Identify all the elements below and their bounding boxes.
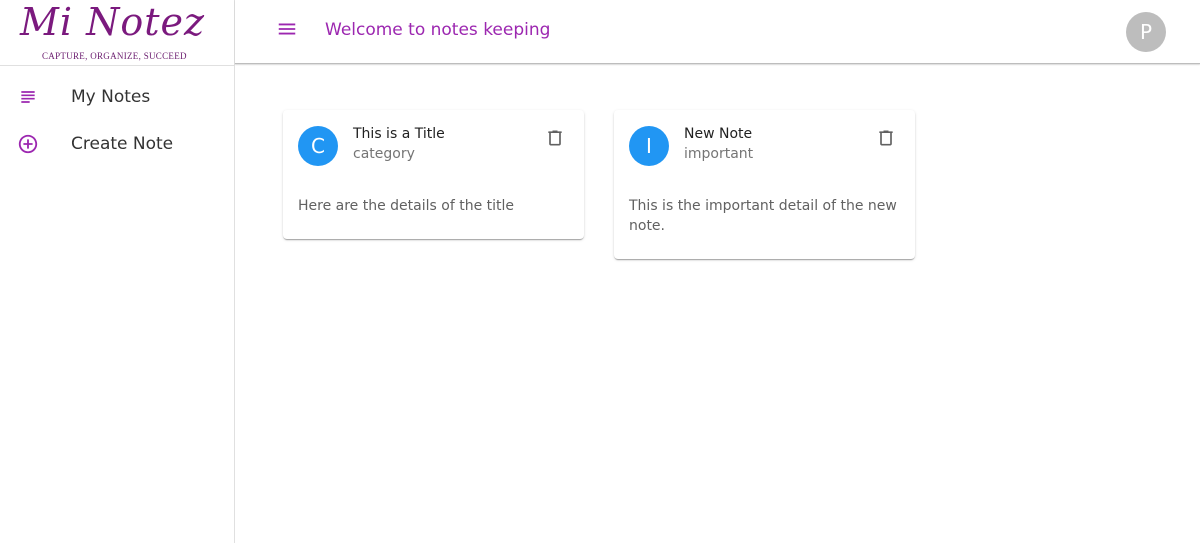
delete-button[interactable] [875, 129, 897, 151]
note-details: Here are the details of the title [298, 198, 515, 214]
note-title: New Note [684, 126, 753, 142]
note-card: C This is a Title category Here are the … [283, 110, 584, 239]
note-category: category [353, 146, 415, 162]
page-title: Welcome to notes keeping [325, 20, 551, 40]
subject-icon [17, 86, 39, 108]
note-avatar: I [629, 126, 669, 166]
sidebar-item-create-note[interactable]: Create Note [0, 124, 234, 164]
sidebar-item-label: Create Note [71, 134, 174, 154]
delete-icon [545, 128, 565, 152]
note-avatar: C [298, 126, 338, 166]
app-header: Welcome to notes keeping P [235, 0, 1200, 64]
logo: Mi Notez CAPTURE, ORGANIZE, SUCCEED [0, 0, 234, 66]
delete-icon [876, 128, 896, 152]
note-title: This is a Title [353, 126, 445, 142]
sidebar: Mi Notez CAPTURE, ORGANIZE, SUCCEED My N… [0, 0, 235, 543]
menu-icon [276, 18, 298, 44]
sidebar-item-label: My Notes [71, 87, 151, 107]
menu-button[interactable] [275, 19, 299, 43]
note-card: I New Note important This is the importa… [614, 110, 915, 259]
sidebar-item-my-notes[interactable]: My Notes [0, 77, 234, 117]
add-circle-outline-icon [17, 133, 39, 155]
note-category: important [684, 146, 754, 162]
note-details: This is the important detail of the new … [629, 198, 897, 234]
logo-name: Mi Notez [20, 0, 206, 44]
user-avatar[interactable]: P [1126, 12, 1166, 52]
delete-button[interactable] [544, 129, 566, 151]
logo-tagline: CAPTURE, ORGANIZE, SUCCEED [42, 51, 187, 61]
